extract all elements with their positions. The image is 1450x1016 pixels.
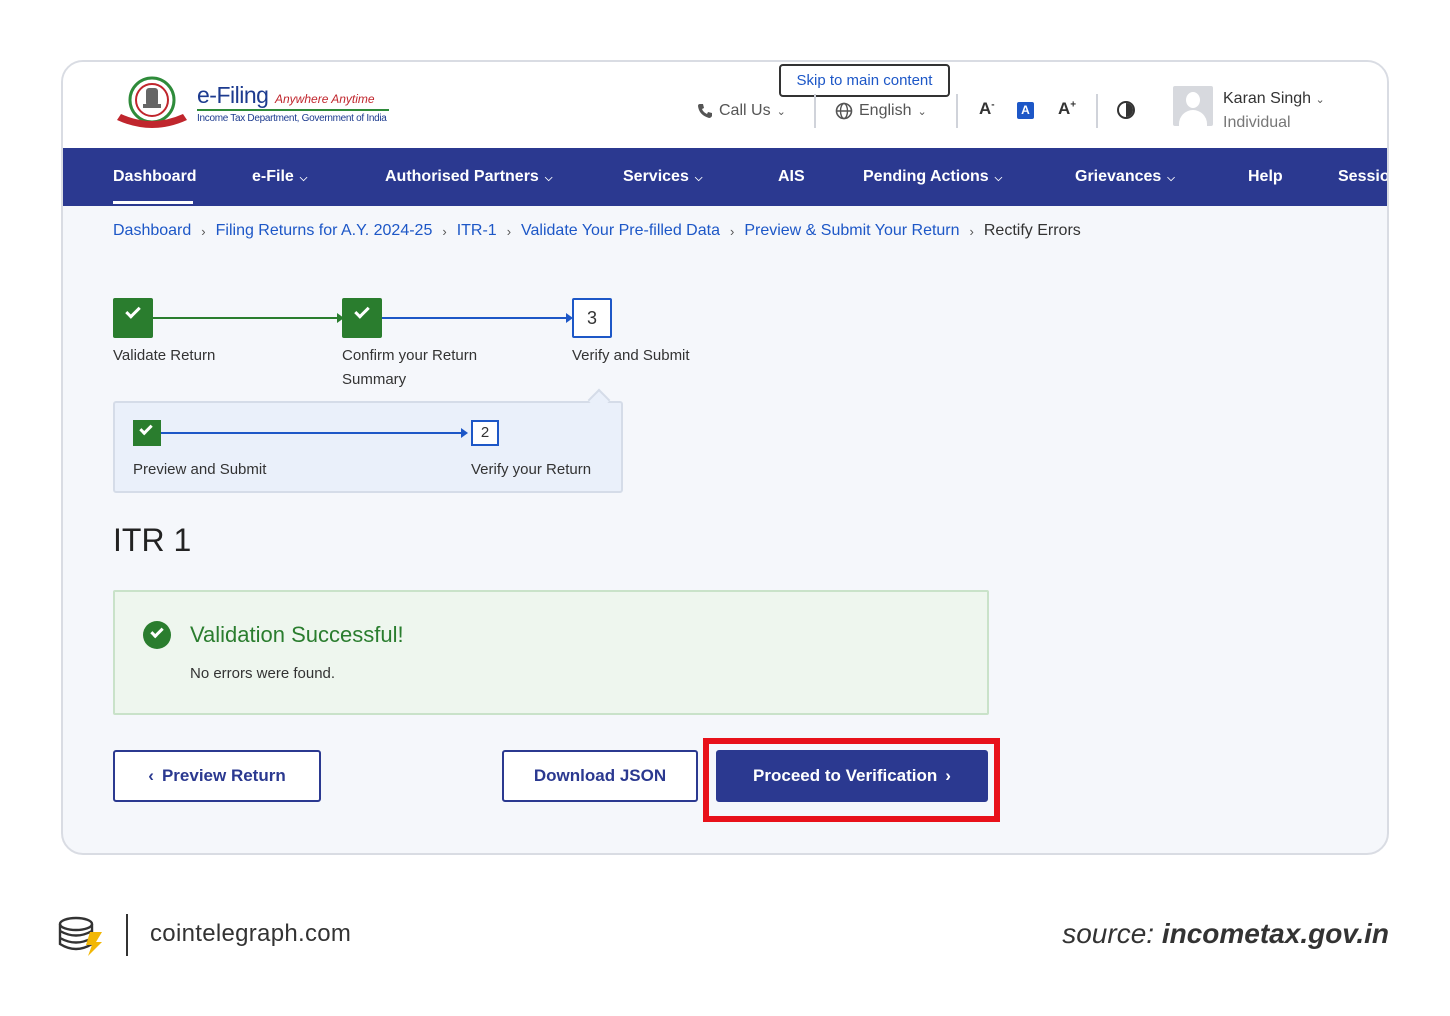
call-us-menu[interactable]: Call Us ⌄ <box>697 100 786 122</box>
preview-return-button[interactable]: ‹ Preview Return <box>113 750 321 802</box>
nav-label: Dashboard <box>113 168 197 185</box>
breadcrumb-link[interactable]: Dashboard <box>113 222 191 240</box>
step-validate-return-icon <box>113 298 153 338</box>
main-navigation: Dashboard e-File ⌵ Authorised Partners ⌵ S… <box>63 148 1387 206</box>
chevron-down-icon: ⌵ <box>994 173 1003 184</box>
chevron-down-icon: ⌄ <box>917 105 927 118</box>
nav-item-pending-actions[interactable]: Pending Actions ⌵ <box>863 148 1002 206</box>
footer-site: cointelegraph.com <box>150 920 352 947</box>
nav-item-efile[interactable]: e-File ⌵ <box>252 148 307 206</box>
nav-active-indicator <box>113 201 193 204</box>
breadcrumb-current: Rectify Errors <box>983 222 1081 239</box>
user-menu[interactable]: Karan Singh ⌄ <box>1223 90 1325 108</box>
logo-title: e-Filing <box>197 82 269 108</box>
header-divider <box>1096 94 1098 128</box>
step-label: Confirm your Return <box>342 347 478 364</box>
step-label: Summary <box>342 371 407 388</box>
chevron-right-icon: › <box>442 223 447 239</box>
page-title: ITR 1 <box>113 522 192 558</box>
breadcrumb: Dashboard › Filing Returns for A.Y. 2024-… <box>113 222 1081 240</box>
user-name: Karan Singh <box>1223 90 1312 107</box>
success-title: Validation Successful! <box>190 622 404 647</box>
breadcrumb-link[interactable]: Preview & Submit Your Return <box>744 222 959 240</box>
nav-item-ais[interactable]: AIS <box>778 148 805 206</box>
nav-label: Services <box>623 168 689 185</box>
increase-font-icon[interactable]: A+ <box>1058 99 1076 119</box>
logo-underline <box>197 109 389 111</box>
substep-preview-icon <box>133 420 161 446</box>
source-domain: incometax.gov.in <box>1161 918 1389 949</box>
substep-connector <box>161 432 461 434</box>
step-connector <box>382 317 568 319</box>
nav-item-help[interactable]: Help <box>1248 148 1283 206</box>
language-label: English <box>859 102 912 119</box>
nav-label: Authorised Partners <box>385 168 539 185</box>
chevron-left-icon: ‹ <box>148 766 154 785</box>
highlight-box <box>703 738 1000 822</box>
chevron-right-icon: › <box>729 223 735 239</box>
decrease-font-icon[interactable]: A- <box>979 99 995 119</box>
step-label: Validate Return <box>113 347 216 364</box>
skip-to-main-link[interactable]: Skip to main content <box>779 64 950 97</box>
breadcrumb-link[interactable]: ITR-1 <box>457 222 497 240</box>
chevron-down-icon: ⌵ <box>299 173 308 184</box>
nav-item-session[interactable]: Sessio <box>1338 148 1389 206</box>
substep-label: Preview and Submit <box>133 461 267 478</box>
chevron-down-icon: ⌄ <box>1315 94 1325 106</box>
header-divider <box>956 94 958 128</box>
sub-stepper-panel: 2 Preview and Submit Verify your Return <box>113 401 623 493</box>
chevron-down-icon: ⌄ <box>776 105 786 118</box>
globe-icon <box>835 102 853 120</box>
contrast-toggle-icon[interactable] <box>1117 101 1135 119</box>
nav-label: Sessio <box>1338 168 1389 185</box>
chevron-down-icon: ⌵ <box>544 173 553 184</box>
breadcrumb-link[interactable]: Validate Your Pre-filled Data <box>521 222 720 240</box>
substep-label: Verify your Return <box>471 461 592 478</box>
nav-label: AIS <box>778 168 805 185</box>
user-role: Individual <box>1223 114 1291 131</box>
preview-return-label: Preview Return <box>161 766 286 785</box>
nav-label: Help <box>1248 168 1283 185</box>
step-label: Verify and Submit <box>572 347 690 364</box>
browser-frame: e-Filing Anywhere Anytime Income Tax Dep… <box>61 60 1389 855</box>
step-connector <box>153 317 339 319</box>
site-header: e-Filing Anywhere Anytime Income Tax Dep… <box>63 62 1387 148</box>
chevron-down-icon: ⌵ <box>694 173 703 184</box>
nav-label: e-File <box>252 168 294 185</box>
nav-label: Grievances <box>1075 168 1162 185</box>
national-emblem-icon <box>117 76 187 128</box>
chevron-right-icon: › <box>201 223 206 239</box>
logo-tagline: Anywhere Anytime <box>275 92 375 106</box>
nav-item-authorised-partners[interactable]: Authorised Partners ⌵ <box>385 148 552 206</box>
chevron-right-icon: › <box>969 223 974 239</box>
nav-item-grievances[interactable]: Grievances ⌵ <box>1075 148 1175 206</box>
validation-success-card: Validation Successful! No errors were fo… <box>113 590 989 715</box>
chevron-right-icon: › <box>506 223 512 239</box>
success-message: No errors were found. <box>190 665 336 682</box>
chevron-down-icon: ⌵ <box>1167 173 1175 184</box>
source-prefix: source: <box>1062 918 1155 949</box>
download-json-label: Download JSON <box>533 766 667 785</box>
nav-item-dashboard[interactable]: Dashboard <box>113 148 197 206</box>
step-verify-submit-number: 3 <box>572 298 612 338</box>
breadcrumb-link[interactable]: Filing Returns for A.Y. 2024-25 <box>216 222 433 240</box>
default-font-icon[interactable]: A <box>1017 102 1034 119</box>
logo-subtitle: Income Tax Department, Government of Ind… <box>197 113 387 124</box>
avatar[interactable] <box>1173 86 1213 126</box>
cointelegraph-logo-icon <box>58 916 102 956</box>
arrow-right-icon <box>461 428 468 438</box>
nav-item-services[interactable]: Services ⌵ <box>623 148 702 206</box>
call-us-label: Call Us <box>719 102 771 119</box>
language-selector[interactable]: English ⌄ <box>835 100 927 122</box>
footer-divider <box>126 914 128 956</box>
phone-icon <box>698 104 712 118</box>
download-json-button[interactable]: Download JSON <box>502 750 698 802</box>
header-divider <box>814 94 816 128</box>
check-circle-icon <box>143 621 171 649</box>
substep-verify-number: 2 <box>471 420 499 446</box>
step-confirm-summary-icon <box>342 298 382 338</box>
nav-label: Pending Actions <box>863 168 989 185</box>
footer-source: source: incometax.gov.in <box>1062 918 1389 950</box>
